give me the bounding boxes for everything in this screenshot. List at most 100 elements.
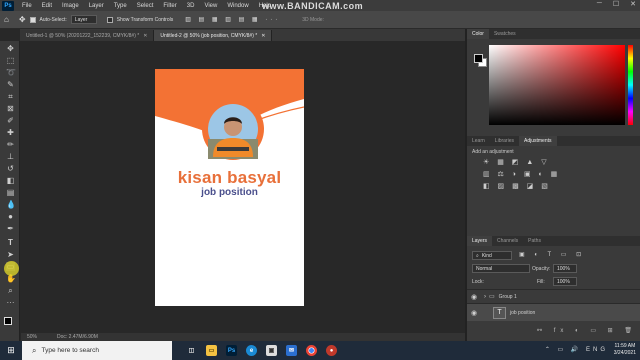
file-explorer-icon[interactable]: ▭ [206,345,217,356]
photoshop-logo: Ps [2,0,14,11]
system-tray[interactable]: ⌃ ▭ 🔊 ENG [545,346,608,353]
healing-brush-icon[interactable]: ✚ [6,128,15,137]
tab-channels[interactable]: Channels [492,236,523,246]
type-tool-icon[interactable]: T [6,238,15,247]
tools-panel: ✥ ⬚ ➰ ✎ ⌗ ⊠ ✐ ✚ ✏ ⊥ ↺ ◧ ▤ 💧 ● ✒ T ➤ ▭ ✋ … [0,41,20,341]
minimize-icon[interactable]: ─ [597,0,602,8]
color-fg-swatch[interactable] [474,54,483,63]
more-tools-icon[interactable]: ··· [6,298,15,307]
layer-name: Group 1 [498,293,517,300]
opacity-label: Opacity: [532,266,551,272]
maximize-icon[interactable]: ☐ [613,0,619,8]
blur-tool-icon[interactable]: 💧 [6,200,16,209]
close-tab-icon[interactable]: ✕ [143,33,147,39]
tab-paths[interactable]: Paths [523,236,546,246]
menu-type[interactable]: Type [109,3,132,9]
gradient-tool-icon[interactable]: ▤ [6,188,15,197]
cursor-highlight [4,261,19,276]
visibility-eye-icon[interactable]: ◉ [467,293,481,301]
quick-select-tool-icon[interactable]: ✎ [6,80,15,89]
edge-icon[interactable]: e [246,345,257,356]
tab-libraries[interactable]: Libraries [490,136,519,146]
color-spectrum-field[interactable] [489,45,625,125]
transform-controls-checkbox[interactable] [106,16,113,23]
history-brush-icon[interactable]: ↺ [6,164,15,173]
zoom-tool-icon[interactable]: ⌕ [6,286,15,295]
dodge-tool-icon[interactable]: ● [6,212,15,221]
opacity-field[interactable]: 100% [553,264,577,273]
windows-start-icon[interactable]: ⊞ [0,341,22,360]
expand-chevron-icon[interactable]: › [484,294,486,300]
fill-field[interactable]: 100% [553,277,577,286]
lasso-tool-icon[interactable]: ➰ [6,68,16,77]
clock-date: 3/24/2021 [613,350,636,356]
tab-untitled-2[interactable]: Untitled-2 @ 50% (job position, CMYK/8#)… [154,30,273,41]
adjustment-hint: Add an adjustment [472,149,514,155]
menu-window[interactable]: Window [222,3,253,9]
auto-select-checkbox[interactable] [29,16,36,23]
home-icon[interactable]: ⌂ [4,15,9,24]
auto-select-dropdown[interactable]: Layer [70,15,97,24]
tab-adjustments[interactable]: Adjustments [518,136,557,146]
layer-row-group[interactable]: ◉ › ▭ Group 1 [467,289,640,303]
menu-3d[interactable]: 3D [182,3,200,9]
tab-learn[interactable]: Learn [467,136,490,146]
layers-footer-icons[interactable]: ⚯ fx ◐ ▭ ⊞ 🗑 [537,327,637,334]
right-panels: Color Swatches Learn Libraries Adjustmen… [467,29,640,341]
menu-select[interactable]: Select [132,3,159,9]
tab-swatches[interactable]: Swatches [489,29,521,39]
windows-taskbar: ⊞ ⌕ Type here to search ◫ ▭ Ps e ▣ ✉ ● ⌃… [0,341,640,360]
taskbar-search[interactable]: ⌕ Type here to search [22,341,172,360]
layer-filter-icons[interactable]: ▣ ◐ T ▭ ⊡ [519,251,585,258]
store-icon[interactable]: ▣ [266,345,277,356]
mail-icon[interactable]: ✉ [286,345,297,356]
clone-stamp-icon[interactable]: ⊥ [6,152,15,161]
move-tool-icon[interactable]: ✥ [19,15,26,24]
tab-untitled-1[interactable]: Untitled-1 @ 50% (20201222_152239, CMYK/… [20,30,155,41]
layer-row-text[interactable]: ◉ T job position [467,303,640,321]
crop-tool-icon[interactable]: ⌗ [6,92,15,101]
fill-label: Fill: [537,279,545,285]
document-canvas[interactable]: kisan basyal job position [155,69,304,306]
visibility-eye-icon[interactable]: ◉ [467,309,481,317]
photoshop-taskbar-icon[interactable]: Ps [226,345,237,356]
frame-tool-icon[interactable]: ⊠ [6,104,15,113]
eraser-tool-icon[interactable]: ◧ [6,176,15,185]
layers-panel-tabs: Layers Channels Paths [467,236,640,246]
zoom-level[interactable]: 50% [27,334,37,340]
menu-image[interactable]: Image [57,3,84,9]
menu-edit[interactable]: Edit [37,3,57,9]
recorder-icon[interactable]: ● [326,345,337,356]
eyedropper-tool-icon[interactable]: ✐ [6,116,15,125]
close-tab-icon[interactable]: ✕ [261,33,265,39]
foreground-color-swatch[interactable] [4,317,12,325]
card-name: kisan basyal [177,168,282,187]
tab-layers[interactable]: Layers [467,236,493,246]
status-bar: 50% Doc: 2.47M/6.90M [21,333,465,341]
clock[interactable]: 11:59 AM 3/24/2021 [614,343,636,357]
options-bar: ⌂ ✥ Auto-Select: Layer Show Transform Co… [0,11,640,29]
close-icon[interactable]: ✕ [630,0,636,8]
menu-layer[interactable]: Layer [84,3,109,9]
move-tool-icon[interactable]: ✥ [6,44,15,53]
chrome-icon[interactable] [306,345,317,356]
menu-view[interactable]: View [199,3,222,9]
brush-tool-icon[interactable]: ✏ [6,140,15,149]
hue-slider[interactable] [628,45,633,125]
align-icons[interactable]: ▥ ▤ ▦ ▥ ▤ ▦ ··· [185,16,280,23]
pen-tool-icon[interactable]: ✒ [6,224,15,233]
transform-controls-label: Show Transform Controls [116,16,174,23]
marquee-tool-icon[interactable]: ⬚ [6,56,15,65]
task-view-icon[interactable]: ◫ [186,345,197,356]
menu-filter[interactable]: Filter [158,3,181,9]
mode-3d-label: 3D Mode: [302,16,324,23]
blend-mode-dropdown[interactable]: Normal [472,264,530,273]
lock-label: Lock: [472,279,484,285]
path-select-icon[interactable]: ➤ [6,250,15,259]
adjustment-icons[interactable]: ☀ ▦ ◩ ▲ ▽ ▥ ⚖ ◑ ▣ ◐ ▦ ◧ ▨ ▩ ◪ ▧ [483,157,573,193]
menu-file[interactable]: File [17,3,37,9]
tab-color[interactable]: Color [467,29,489,39]
color-panel-tabs: Color Swatches [467,29,640,39]
watermark: www.BANDICAM.com [262,1,364,11]
layer-filter-dropdown[interactable]: ⌕ Kind [472,251,512,260]
